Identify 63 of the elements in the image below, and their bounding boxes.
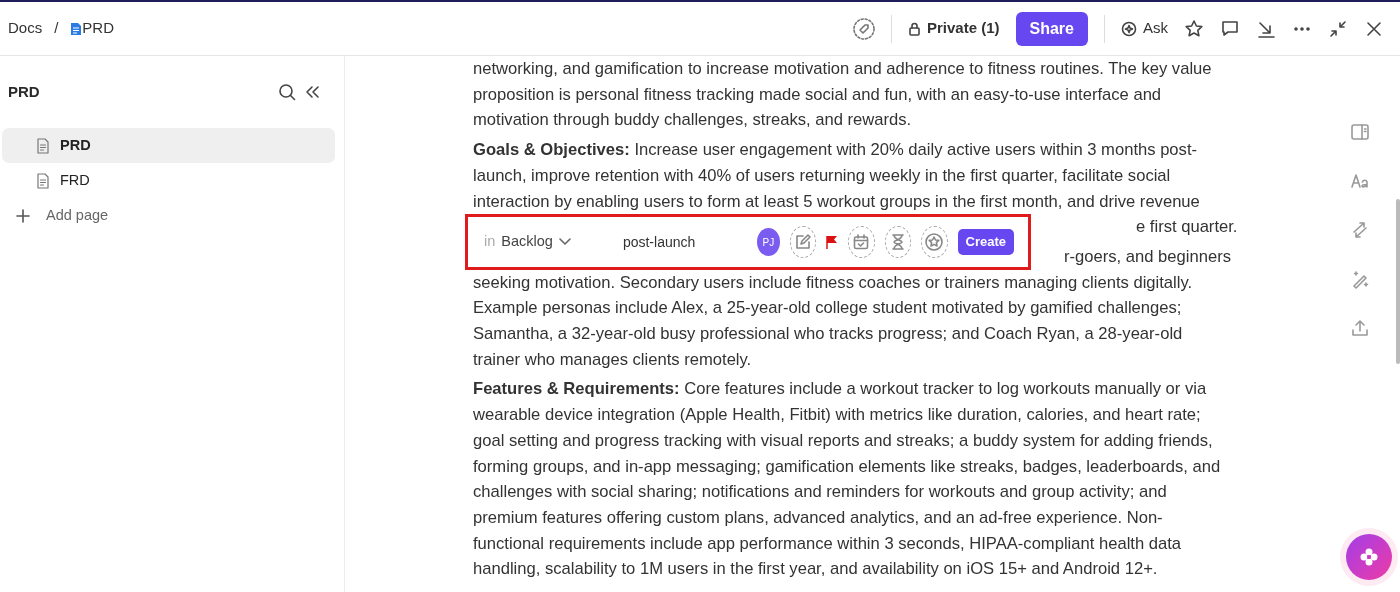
- document-text: premium features offering custom plans, advanced analytics, and an ad-free experience. Non-: [473, 507, 1163, 527]
- document-text: trainer who manages clients remotely.: [473, 349, 752, 369]
- document-text: functional requirements include app performance within 3 seconds, HIPAA-compliant health data: [473, 533, 1182, 553]
- sidebar-item[interactable]: FRD: [2, 163, 335, 198]
- document-icon: [70, 21, 83, 36]
- document-text: Features & Requirements: Core features include a workout tracker to log workouts manually or via: [473, 379, 1207, 399]
- document-text: Samantha, a 32-year-old busy professional who tracks progress; and Coach Ryan, a 28-year-old: [473, 324, 1183, 344]
- ask-button[interactable]: Ask: [1121, 17, 1168, 40]
- comment-icon[interactable]: [1220, 18, 1240, 39]
- tag-icon: [852, 17, 875, 40]
- chevron-down-icon: [558, 238, 571, 246]
- document-text: seeking motivation. Secondary users include fitness coaches or trainers managing clients digitally.: [473, 272, 1193, 292]
- search-icon: [278, 83, 296, 101]
- task-name-field[interactable]: post-launch: [620, 230, 747, 254]
- plus-icon: [16, 208, 30, 223]
- font-size-icon[interactable]: [1350, 171, 1370, 191]
- document-text: Example personas include Alex, a 25-year-old college student motivated by gamified challenges;: [473, 298, 1182, 318]
- document-text: forming groups, and in-app messaging; gamification elements like streaks, badges, leaderboards, and: [473, 456, 1221, 476]
- double-chevron-left-icon: [304, 84, 320, 100]
- sparkle-icon: [1121, 20, 1137, 37]
- sidebar-item[interactable]: PRD: [2, 128, 335, 163]
- calendar-icon: [853, 234, 870, 250]
- document-text: proposition is personal fitness tracking made social and fun, with an easy-to-use interface and: [473, 84, 1162, 104]
- arrows-swap-icon[interactable]: [1350, 220, 1370, 240]
- create-button[interactable]: Create: [957, 229, 1014, 255]
- document-text: goal setting and progress tracking with visual reports and streaks; a buddy system for adding friends,: [473, 430, 1213, 450]
- breadcrumb-link[interactable]: Docs: [8, 17, 43, 40]
- document-text: r-goers, and beginners: [1064, 246, 1231, 266]
- document-text: networking, and gamification to increase motivation and adherence to fitness routines. The key value: [473, 59, 1212, 78]
- collapse-icon[interactable]: [1328, 18, 1348, 39]
- sidebar-title: PRD: [8, 81, 40, 102]
- document-text: Goals & Objectives: Increase user engagement with 20% daily active users within 3 months post-: [473, 140, 1198, 160]
- collapse-sidebar-button[interactable]: [304, 83, 320, 101]
- list-selector[interactable]: in Backlog: [484, 231, 571, 253]
- search-button[interactable]: [278, 83, 296, 101]
- document-text: challenges with social sharing; notifications and reminders for workouts and group activity; and: [473, 482, 1167, 502]
- document-text: e first quarter.: [1136, 217, 1238, 237]
- assignee-avatar[interactable]: PJ: [756, 228, 780, 256]
- document-text: motivation through buddy challenges, streaks, and rewards.: [473, 110, 912, 130]
- breadcrumb-link[interactable]: PRD: [70, 17, 115, 40]
- star-icon[interactable]: [1184, 18, 1204, 39]
- document-icon: [36, 137, 50, 154]
- document-text: interaction by enabling users to form at least 5 workout groups in the first month, and drive revenue: [473, 191, 1200, 211]
- lock-icon: [907, 21, 921, 36]
- flower-icon: [1359, 547, 1379, 567]
- breadcrumb-separator: /: [54, 18, 59, 39]
- document-text: wearable device integration (Apple Health, Fitbit) with metrics like duration, calories, and heart rate;: [473, 405, 1201, 425]
- hourglass-icon: [890, 234, 905, 250]
- add-page-button[interactable]: Add page: [2, 198, 335, 233]
- assistant-button[interactable]: [1346, 534, 1392, 580]
- magic-wand-icon[interactable]: [1350, 269, 1370, 289]
- document-text: handling, scalability to 1M users in the first year, and availability on iOS 15+ and Android 12+.: [473, 559, 1158, 579]
- scrollbar[interactable]: [1396, 199, 1400, 364]
- document-icon: [36, 172, 50, 189]
- edit-icon: [794, 234, 811, 250]
- privacy-button[interactable]: Private (1): [907, 17, 1000, 40]
- document-text: launch, improve retention with 40% of users returning weekly in the first quarter, facilitate social: [473, 165, 1171, 185]
- tag-button[interactable]: [852, 17, 875, 40]
- flag-icon: [826, 235, 839, 249]
- panel-icon[interactable]: [1350, 122, 1370, 142]
- share-button[interactable]: Share: [1015, 11, 1088, 46]
- flag-button[interactable]: [826, 235, 839, 249]
- upload-icon[interactable]: [1350, 318, 1370, 338]
